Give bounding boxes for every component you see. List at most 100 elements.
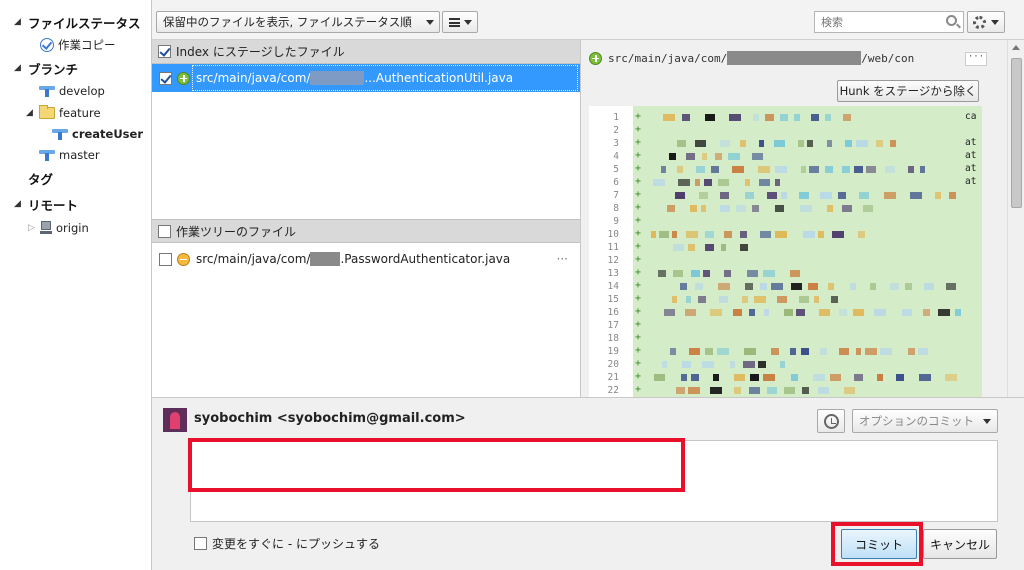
obscured-code-fragment [827,205,833,212]
file-path-suffix: .PasswordAuthenticator.java [340,252,511,266]
list-view-button[interactable] [442,11,478,33]
push-immediately-option[interactable]: 変更をすぐに - にプッシュする [194,535,380,552]
section-label: リモート [28,197,79,213]
sidebar-item-origin[interactable]: ▷ origin [28,218,89,238]
sidebar-item-feature[interactable]: ◢ feature [26,103,101,123]
obscured-code-fragment [658,270,666,277]
obscured-code-fragment [703,270,710,277]
obscured-code-fragment [918,348,928,355]
obscured-code-fragment [814,296,819,303]
dropdown-arrow-icon [464,20,472,25]
obscured-code-fragment [775,166,787,173]
sidebar-item-working-copy[interactable]: 作業コピー [40,35,116,55]
obscured-code-fragment [749,387,760,394]
sidebar-section-remotes[interactable]: ◢ リモート [14,194,78,214]
obscured-code-fragment [774,140,785,147]
history-button[interactable] [817,409,845,433]
sidebar-item-create-user[interactable]: createUser [52,124,143,144]
file-checkbox[interactable] [159,71,172,85]
branch-icon [39,149,55,161]
push-label: 変更をすぐに - にプッシュする [212,537,380,551]
file-path-prefix: src/main/java/com/ [196,252,311,266]
added-line-marker: + [635,319,642,330]
obscured-code-fragment [780,361,785,368]
scroll-up-arrow-icon[interactable] [1012,45,1020,50]
diff-scrollbar[interactable] [1007,40,1024,397]
sidebar-section-branches[interactable]: ◢ ブランチ [14,58,78,78]
obscured-code-fragment [724,231,732,238]
expand-triangle-icon[interactable]: ▷ [28,223,38,233]
stage-all-unstaged-checkbox[interactable] [158,224,171,238]
scrollbar-thumb[interactable] [1011,58,1022,208]
added-icon [177,71,190,85]
obscured-code-fragment [856,348,861,355]
commit-options-select[interactable]: オプションのコミット [852,409,998,433]
obscured-code-fragment [673,270,683,277]
obscured-code-fragment [890,140,896,147]
sidebar-section-file-status[interactable]: ◢ ファイルステータス [14,12,141,32]
more-options-icon[interactable]: ··· [965,52,987,66]
added-line-marker: + [635,163,642,174]
added-line-marker: + [635,176,642,187]
obscured-code-fragment [672,231,677,238]
list-icon [449,18,460,27]
collapse-triangle-icon[interactable]: ◢ [14,63,24,73]
obscured-code-fragment [865,348,877,355]
cancel-button[interactable]: キャンセル [923,529,997,559]
stage-all-checkbox[interactable] [158,45,171,58]
more-options-icon[interactable]: ··· [557,252,568,266]
obscured-code-fragment [718,283,730,290]
sourcetree-window: ◢ ファイルステータス 作業コピー ◢ ブランチ develop ◢ featu… [0,0,1024,570]
obscured-code-fragment [759,179,770,186]
obscured-code-fragment [686,231,698,238]
obscured-code-fragment [820,348,827,355]
line-number: 1 [613,112,619,123]
view-mode-select[interactable]: 保留中のファイルを表示, ファイルステータス順 [156,11,440,33]
sidebar-item-label: origin [56,221,89,235]
line-number: 6 [613,177,619,188]
sidebar-item-label: createUser [72,127,143,141]
search-input[interactable] [814,11,964,33]
sidebar-section-tags[interactable]: タグ [28,168,53,188]
obscured-code-fragment [670,348,676,355]
diff-pane: src/main/java/com/ /web/con ··· Hunk をステ… [580,40,1007,397]
server-icon [40,221,52,235]
obscured-code-fragment [732,166,744,173]
added-line-marker: + [635,267,642,278]
obscured-code-fragment [877,374,883,381]
sidebar-item-master[interactable]: master [39,145,100,165]
obscured-code-fragment [908,166,914,173]
obscured-code-fragment [653,179,665,186]
commit-button[interactable]: コミット [841,529,917,559]
sidebar-item-develop[interactable]: develop [39,81,105,101]
unstage-hunk-button[interactable]: Hunk をステージから除く [837,80,979,102]
line-number: 3 [613,138,619,149]
obscured-code-fragment [745,179,750,186]
added-line-marker: + [635,202,642,213]
collapse-triangle-icon[interactable]: ◢ [14,199,24,209]
collapse-triangle-icon[interactable]: ◢ [14,17,24,27]
collapse-triangle-icon[interactable]: ◢ [26,108,36,118]
line-number: 16 [607,307,619,318]
obscured-code-fragment [842,205,852,212]
obscured-code-fragment [775,179,780,186]
diff-code-view[interactable]: 1 +2 +3 +4 +5 +6 +7 +8 +9 +10 +11 +12 +13 +14 +15 +16 +1… [589,106,982,397]
obscured-code-fragment [831,296,838,303]
view-mode-label: 保留中のファイルを表示, ファイルステータス順 [163,15,412,29]
commit-panel: syobochim <syobochim@gmail.com> オプションのコミ… [152,397,1024,570]
commit-message-input[interactable] [190,440,998,522]
obscured-code-fragment [863,205,873,212]
obscured-code-fragment [923,309,930,316]
obscured-code-fragment [740,140,746,147]
push-checkbox[interactable] [194,537,207,550]
list-item[interactable]: src/main/java/com/ .PasswordAuthenticato… [152,245,580,273]
branch-icon [39,85,55,97]
obscured-code-fragment [784,387,795,394]
list-item[interactable]: src/main/java/com/ ...AuthenticationUtil… [152,64,580,92]
file-checkbox[interactable] [159,252,172,266]
obscured-code-fragment [885,166,895,173]
obscured-code-fragment [713,374,719,381]
settings-menu-button[interactable] [967,11,1005,33]
obscured-code-fragment [675,192,685,199]
unstaged-file-list: src/main/java/com/ .PasswordAuthenticato… [152,243,580,397]
